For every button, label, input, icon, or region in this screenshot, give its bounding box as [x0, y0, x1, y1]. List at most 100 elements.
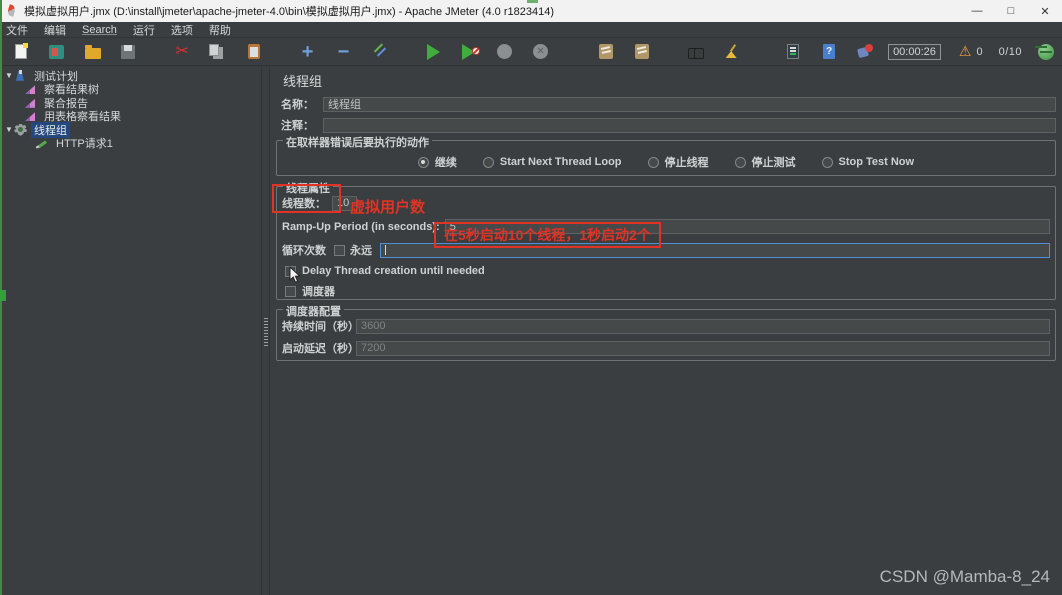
search-button[interactable]	[683, 41, 709, 63]
jmeter-window: 模拟虚拟用户.jmx (D:\install\jmeter\apache-jme…	[0, 0, 1062, 595]
start-no-pauses-button[interactable]	[456, 41, 482, 63]
menu-edit[interactable]: 编辑	[44, 22, 66, 38]
radio-label: 停止测试	[751, 157, 796, 169]
threads-annotation: 虚拟用户数	[350, 199, 426, 216]
tree-item-http-request[interactable]: HTTP请求1	[2, 135, 261, 151]
divider-grip-icon[interactable]	[264, 318, 268, 346]
start-button[interactable]	[420, 41, 446, 63]
toolbar: ✂ + − ✕ ? 00:00:26 ⚠ 0 0/10	[0, 38, 1062, 66]
scheduler-config-groupbox: 调度器配置 持续时间（秒） 3600 启动延迟（秒） 7200	[276, 303, 1056, 361]
cut-icon: ✂	[175, 42, 189, 60]
active-thread-count: 0/10	[998, 45, 1022, 58]
startup-delay-label: 启动延迟（秒）	[282, 343, 359, 355]
copy-button[interactable]	[205, 41, 231, 63]
jmeter-logo-icon	[6, 4, 18, 18]
radio-start-next-loop[interactable]: Start Next Thread Loop	[482, 156, 622, 168]
radio-dot-icon[interactable]	[734, 156, 746, 168]
help-button[interactable]: ?	[816, 41, 842, 63]
startup-delay-input[interactable]: 7200	[356, 340, 1050, 356]
mouse-cursor-icon	[289, 266, 301, 283]
forever-label: 永远	[350, 245, 372, 257]
radio-dot-icon[interactable]	[821, 156, 833, 168]
menu-run[interactable]: 运行	[133, 22, 155, 38]
clear-all-icon	[635, 44, 650, 59]
delay-thread-creation-label: Delay Thread creation until needed	[302, 265, 485, 277]
maximize-button[interactable]: □	[994, 0, 1028, 22]
shutdown-icon: ✕	[533, 44, 549, 59]
radio-label: Start Next Thread Loop	[499, 156, 622, 168]
function-helper-icon	[787, 44, 800, 59]
top-edge-tick	[527, 0, 538, 3]
plus-icon: +	[301, 40, 314, 63]
collapse-all-button[interactable]: −	[331, 41, 357, 63]
threads-highlight-rect	[272, 184, 341, 213]
expand-arrow-icon[interactable]: ▼	[4, 71, 14, 80]
titlebar: 模拟虚拟用户.jmx (D:\install\jmeter\apache-jme…	[0, 0, 1062, 22]
ssl-manager-icon	[857, 44, 874, 59]
open-file-button[interactable]	[80, 41, 106, 63]
menu-search[interactable]: Search	[82, 24, 117, 36]
clear-button[interactable]	[593, 41, 619, 63]
menu-help[interactable]: 帮助	[209, 22, 231, 38]
radio-dot-icon[interactable]	[647, 156, 659, 168]
cut-button[interactable]: ✂	[169, 41, 195, 63]
help-book-icon: ?	[823, 44, 836, 59]
rampup-label: Ramp-Up Period (in seconds):	[282, 220, 440, 233]
paste-button[interactable]	[241, 41, 267, 63]
page-title: 线程组	[283, 74, 323, 89]
menu-options[interactable]: 选项	[171, 22, 193, 38]
radio-dot-icon[interactable]	[482, 156, 494, 168]
rampup-annotation: 在5秒启动10个线程，1秒启动2个	[434, 222, 661, 248]
scheduler-checkbox[interactable]	[285, 285, 296, 297]
close-button[interactable]: ✕	[1028, 0, 1062, 22]
shutdown-button[interactable]: ✕	[528, 41, 554, 63]
radio-dot-icon[interactable]	[417, 156, 429, 168]
test-plan-icon	[14, 69, 27, 82]
tree-item-label[interactable]: HTTP请求1	[53, 135, 116, 151]
listener-chart-icon	[24, 110, 37, 122]
radio-stop-test-now[interactable]: Stop Test Now	[821, 156, 914, 168]
ssl-manager-button[interactable]	[852, 41, 878, 63]
comments-label: 注释：	[281, 120, 314, 132]
toggle-button[interactable]	[366, 41, 392, 63]
scheduler-label: 调度器	[302, 286, 335, 298]
menu-file[interactable]: 文件	[6, 22, 28, 38]
stop-button[interactable]	[492, 41, 518, 63]
minimize-button[interactable]: —	[960, 0, 994, 22]
save-icon	[121, 44, 136, 59]
function-helper-button[interactable]	[780, 41, 806, 63]
save-button[interactable]	[116, 41, 142, 63]
listener-chart-icon	[24, 97, 37, 109]
expand-all-button[interactable]: +	[295, 41, 321, 63]
duration-label: 持续时间（秒）	[282, 321, 359, 333]
radio-continue[interactable]: 继续	[417, 154, 457, 170]
duration-input[interactable]: 3600	[356, 318, 1050, 334]
forever-checkbox[interactable]	[334, 244, 345, 256]
expand-arrow-icon[interactable]: ▼	[4, 125, 14, 134]
test-plan-tree: ▼ 测试计划 察看结果树 聚合报告 用表格察看结果 ▼ 线程组 HTTP请求1	[2, 66, 262, 595]
name-label: 名称：	[281, 99, 314, 111]
text-caret	[385, 245, 386, 255]
comments-input[interactable]	[323, 117, 1056, 133]
clear-all-button[interactable]	[629, 41, 655, 63]
toggle-pencils-icon	[371, 45, 387, 59]
new-file-button[interactable]	[8, 41, 34, 63]
watermark: CSDN @Mamba-8_24	[879, 567, 1050, 586]
loop-count-label: 循环次数	[282, 245, 326, 257]
error-action-groupbox: 在取样器错误后要执行的动作 继续 Start Next Thread Loop …	[276, 134, 1056, 176]
split-divider[interactable]	[262, 66, 270, 595]
reset-search-button[interactable]	[719, 41, 745, 63]
tree-item-thread-group[interactable]: ▼ 线程组	[2, 121, 261, 138]
radio-stop-thread[interactable]: 停止线程	[647, 154, 709, 170]
name-value: 线程组	[328, 99, 361, 111]
templates-icon	[49, 44, 65, 59]
warning-icon[interactable]: ⚠	[959, 43, 972, 60]
error-action-group-label: 在取样器错误后要执行的动作	[283, 134, 432, 150]
templates-button[interactable]	[44, 41, 70, 63]
start-play-icon	[426, 43, 440, 60]
radio-stop-test[interactable]: 停止测试	[734, 154, 796, 170]
listener-chart-icon	[24, 83, 37, 95]
start-no-pauses-icon	[462, 43, 481, 60]
radio-label: 停止线程	[664, 157, 709, 169]
name-input[interactable]: 线程组	[323, 96, 1056, 112]
